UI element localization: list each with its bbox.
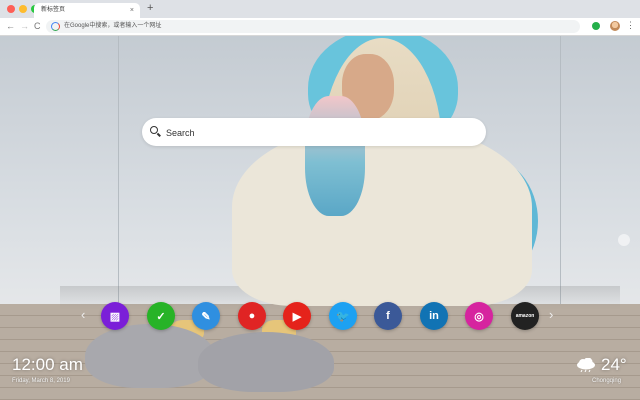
extension-icon[interactable] [592,22,600,30]
weather-temperature: 24° [601,355,627,374]
cloud-rain-icon [577,358,595,372]
shortcut-youtube[interactable]: ▶ [283,302,311,330]
linkedin-icon: in [429,310,439,322]
close-tab-icon[interactable]: × [130,3,134,18]
search-input[interactable] [164,123,468,143]
shortcut-twitter[interactable]: 🐦 [329,302,357,330]
bunny-slipper [85,324,215,388]
shortcut-tasks[interactable]: ✓ [147,302,175,330]
tab-title: 新标签页 [41,7,66,13]
tab-bar: 新标签页 × + [0,0,640,18]
shortcuts-next-arrow[interactable]: › [549,307,553,322]
reload-button[interactable]: C [34,21,41,31]
clock-time: 12:00 am [12,355,83,374]
youtube-icon: ▶ [292,310,302,323]
gamepad-icon: ● [248,310,256,322]
image-icon: ▨ [109,310,121,323]
plush-doll [305,96,365,216]
shortcut-amazon[interactable]: amazon [511,302,539,330]
tab-new-tab[interactable]: 新标签页 × [34,3,140,18]
bunny-slipper [198,332,334,392]
search-icon [150,126,158,134]
profile-avatar[interactable] [610,21,620,31]
browser-toolbar: ← → C 在Google中搜索，或者输入一个网址 [0,18,640,36]
body [232,126,532,306]
google-icon [51,22,60,31]
notepad-icon: ✎ [201,310,211,323]
wallpaper [0,36,640,400]
search-bar[interactable] [142,118,486,146]
shortcuts-prev-arrow[interactable]: ‹ [81,307,85,322]
checkbox-icon: ✓ [156,310,166,323]
wall-seam [118,36,119,306]
clock-date: Friday, March 8, 2019 [12,378,70,384]
shortcut-instagram[interactable]: ◎ [465,302,493,330]
new-tab-button[interactable]: + [147,2,153,14]
shortcut-notes[interactable]: ✎ [192,302,220,330]
twitter-icon: 🐦 [336,310,350,323]
shortcut-linkedin[interactable]: in [420,302,448,330]
shortcut-facebook[interactable]: f [374,302,402,330]
address-bar[interactable]: 在Google中搜索，或者输入一个网址 [46,20,580,33]
close-window-button[interactable] [7,5,15,13]
forward-button[interactable]: → [20,21,29,31]
browser-menu-icon[interactable]: ⋮ [626,20,635,31]
side-toggle-button[interactable] [618,234,630,246]
instagram-icon: ◎ [474,310,484,323]
address-bar-text: 在Google中搜索，或者输入一个网址 [64,23,162,29]
weather-city: Chongqing [592,378,622,384]
back-button[interactable]: ← [6,21,15,31]
shortcut-games[interactable]: ● [238,302,266,330]
wall-seam [560,36,561,306]
amazon-icon: amazon [515,313,535,319]
facebook-icon: f [386,310,390,322]
shortcut-gallery[interactable]: ▨ [101,302,129,330]
minimize-window-button[interactable] [19,5,27,13]
